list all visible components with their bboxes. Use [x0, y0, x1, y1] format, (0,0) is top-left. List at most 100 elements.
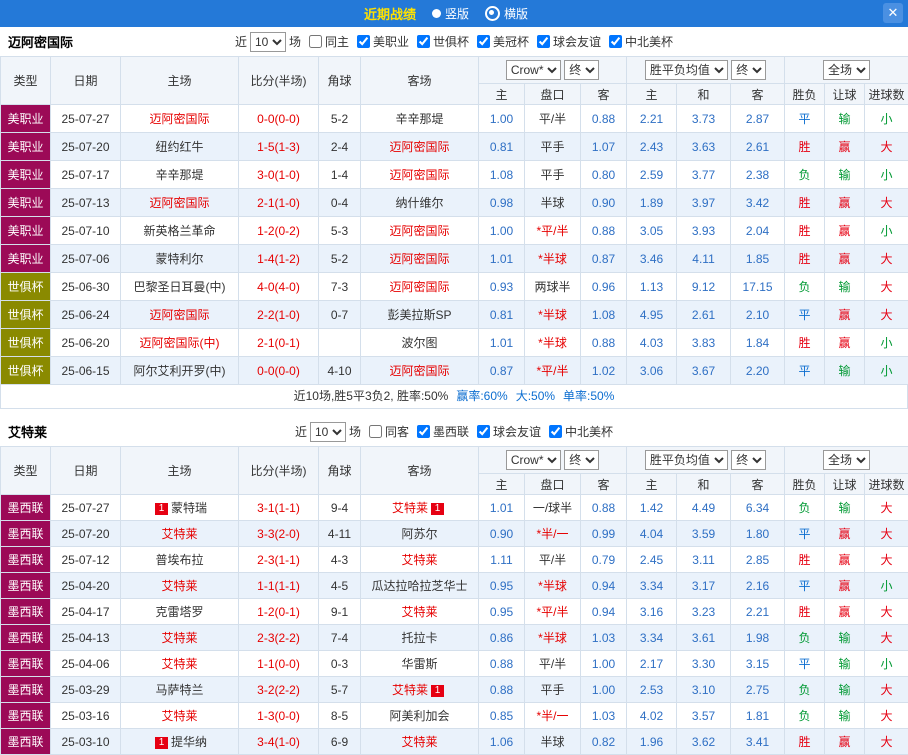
team-link[interactable]: 克雷塔罗 [155, 605, 203, 619]
away-team-cell: 迈阿密国际 [361, 217, 479, 245]
checkbox-icon[interactable] [537, 35, 550, 48]
team-link[interactable]: 迈阿密国际 [389, 140, 449, 154]
team-link[interactable]: 蒙特利尔 [155, 252, 203, 266]
home-team-cell: 1蒙特瑞 [121, 495, 239, 521]
match-count-select[interactable]: 10 [310, 422, 346, 442]
checkbox-icon[interactable] [549, 425, 562, 438]
scope-select[interactable]: 全场 [823, 60, 870, 80]
checkbox-icon[interactable] [417, 425, 430, 438]
league-cell: 美职业 [1, 105, 51, 133]
team-link[interactable]: 提华纳 [171, 735, 207, 749]
team-link[interactable]: 迈阿密国际 [389, 280, 449, 294]
filter-checkbox[interactable]: 美职业 [357, 35, 409, 49]
final-odds-select[interactable]: 终 [564, 60, 599, 80]
final-europe-select[interactable]: 终 [731, 60, 766, 80]
checkbox-icon[interactable] [357, 35, 370, 48]
team-link[interactable]: 辛辛那堤 [395, 112, 443, 126]
team-link[interactable]: 阿美利加会 [389, 709, 449, 723]
team-link[interactable]: 艾特莱 [161, 631, 197, 645]
checkbox-icon[interactable] [369, 425, 382, 438]
europe-draw-odds: 3.62 [677, 729, 731, 755]
team-link[interactable]: 彭美拉斯SP [387, 308, 451, 322]
league-filter-checkboxes: 同客墨西联球会友谊中北美杯 [361, 423, 613, 440]
team-link[interactable]: 纳什维尔 [395, 196, 443, 210]
red-card-badge: 1 [155, 503, 168, 515]
team-link[interactable]: 华雷斯 [401, 657, 437, 671]
filter-checkbox[interactable]: 中北美杯 [549, 425, 613, 439]
team-link[interactable]: 艾特莱 [401, 735, 437, 749]
final-europe-select[interactable]: 终 [731, 450, 766, 470]
team-link[interactable]: 纽约红牛 [155, 140, 203, 154]
team-link[interactable]: 艾特莱 [392, 683, 428, 697]
team-link[interactable]: 阿尔艾利开罗(中) [134, 364, 226, 378]
away-team-cell: 阿美利加会 [361, 703, 479, 729]
final-odds-select[interactable]: 终 [564, 450, 599, 470]
match-row: 美职业25-07-20纽约红牛1-5(1-3)2-4迈阿密国际0.81平手1.0… [1, 133, 908, 161]
checkbox-icon[interactable] [609, 35, 622, 48]
team-link[interactable]: 艾特莱 [161, 579, 197, 593]
team-link[interactable]: 艾特莱 [161, 709, 197, 723]
score-cell: 1-4(1-2) [239, 245, 319, 273]
europe-odds-select[interactable]: 胜平负均值 [645, 60, 728, 80]
europe-away-odds: 6.34 [731, 495, 785, 521]
filter-checkbox[interactable]: 球会友谊 [477, 425, 541, 439]
team-link[interactable]: 波尔图 [401, 336, 437, 350]
checkbox-icon[interactable] [417, 35, 430, 48]
filter-checkbox[interactable]: 同主 [309, 35, 349, 49]
team-link[interactable]: 普埃布拉 [155, 553, 203, 567]
team-link[interactable]: 迈阿密国际 [149, 308, 209, 322]
match-count-select[interactable]: 10 [250, 32, 286, 52]
team-link[interactable]: 艾特莱 [401, 553, 437, 567]
filter-checkbox[interactable]: 球会友谊 [537, 35, 601, 49]
team-link[interactable]: 艾特莱 [401, 605, 437, 619]
team-link[interactable]: 迈阿密国际 [389, 168, 449, 182]
europe-away-odds: 1.81 [731, 703, 785, 729]
result-handicap: 赢 [825, 573, 865, 599]
handicap-home-odds: 1.06 [479, 729, 525, 755]
result-group: 全场 [785, 447, 908, 474]
filter-checkbox[interactable]: 世俱杯 [417, 35, 469, 49]
team-link[interactable]: 迈阿密国际 [389, 224, 449, 238]
close-icon[interactable]: ✕ [883, 3, 903, 23]
team-link[interactable]: 迈阿密国际(中) [140, 336, 220, 350]
score-cell: 3-0(1-0) [239, 161, 319, 189]
checkbox-icon[interactable] [477, 35, 490, 48]
team-link[interactable]: 马萨特兰 [155, 683, 203, 697]
team-link[interactable]: 迈阿密国际 [389, 364, 449, 378]
team-link[interactable]: 瓜达拉哈拉芝华士 [371, 579, 467, 593]
handicap-home-odds: 1.01 [479, 495, 525, 521]
checkbox-icon[interactable] [477, 425, 490, 438]
team-link[interactable]: 艾特莱 [161, 657, 197, 671]
team-link[interactable]: 新英格兰革命 [143, 224, 215, 238]
checkbox-icon[interactable] [309, 35, 322, 48]
team-link[interactable]: 迈阿密国际 [389, 252, 449, 266]
filter-checkbox[interactable]: 墨西联 [417, 425, 469, 439]
team-link[interactable]: 艾特莱 [392, 501, 428, 515]
team-link[interactable]: 蒙特瑞 [171, 501, 207, 515]
match-row: 美职业25-07-27迈阿密国际0-0(0-0)5-2辛辛那堤1.00平/半0.… [1, 105, 908, 133]
date-cell: 25-07-20 [51, 133, 121, 161]
scope-select[interactable]: 全场 [823, 450, 870, 470]
view-vertical-option[interactable]: 竖版 [432, 5, 469, 22]
view-horizontal-option[interactable]: 横版 [485, 5, 528, 22]
away-team-cell: 艾特莱 [361, 547, 479, 573]
filter-checkbox[interactable]: 同客 [369, 425, 409, 439]
league-cell: 美职业 [1, 217, 51, 245]
team-link[interactable]: 艾特莱 [161, 527, 197, 541]
result-handicap: 输 [825, 105, 865, 133]
match-row: 墨西联25-04-06艾特莱1-1(0-0)0-3华雷斯0.88平/半1.002… [1, 651, 908, 677]
bookmaker-select[interactable]: Crow* [506, 60, 561, 80]
home-team-cell: 迈阿密国际(中) [121, 329, 239, 357]
team-link[interactable]: 托拉卡 [401, 631, 437, 645]
filter-checkbox[interactable]: 中北美杯 [609, 35, 673, 49]
corner-cell: 9-4 [319, 495, 361, 521]
team-link[interactable]: 巴黎圣日耳曼(中) [134, 280, 226, 294]
result-outcome: 负 [785, 161, 825, 189]
filter-checkbox[interactable]: 美冠杯 [477, 35, 529, 49]
bookmaker-select[interactable]: Crow* [506, 450, 561, 470]
team-link[interactable]: 迈阿密国际 [149, 112, 209, 126]
team-link[interactable]: 阿苏尔 [401, 527, 437, 541]
team-link[interactable]: 迈阿密国际 [149, 196, 209, 210]
europe-odds-select[interactable]: 胜平负均值 [645, 450, 728, 470]
team-link[interactable]: 辛辛那堤 [155, 168, 203, 182]
